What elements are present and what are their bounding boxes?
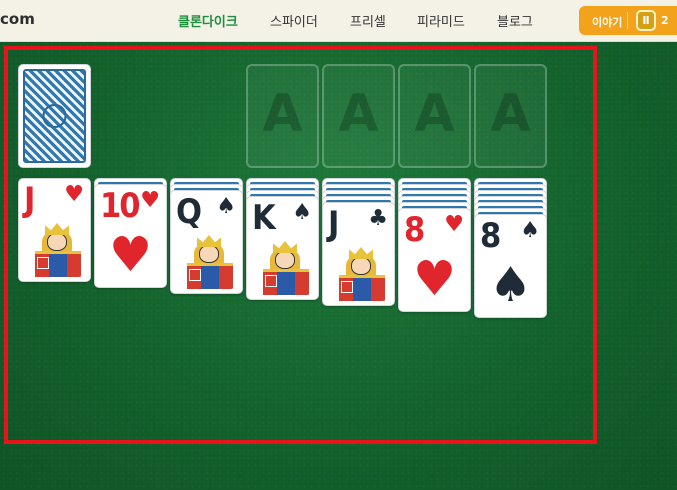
coin-icon: Ⅱ	[636, 10, 656, 31]
top-header: com 클론다이크 스파이더 프리셀 피라미드 블로그 이야기 Ⅱ 2	[0, 0, 677, 42]
nav-freecell[interactable]: 프리셀	[350, 11, 386, 30]
story-count: 2	[661, 14, 669, 27]
story-button[interactable]: 이야기 Ⅱ 2	[579, 6, 677, 35]
nav-klondike[interactable]: 클론다이크	[178, 11, 238, 30]
story-button-divider	[627, 12, 628, 29]
story-button-label: 이야기	[592, 16, 623, 29]
nav-blog[interactable]: 블로그	[497, 11, 533, 30]
highlight-border	[4, 46, 597, 444]
nav-pyramid[interactable]: 피라미드	[417, 11, 465, 30]
site-logo[interactable]: com	[0, 10, 35, 28]
nav-spider[interactable]: 스파이더	[270, 11, 318, 30]
